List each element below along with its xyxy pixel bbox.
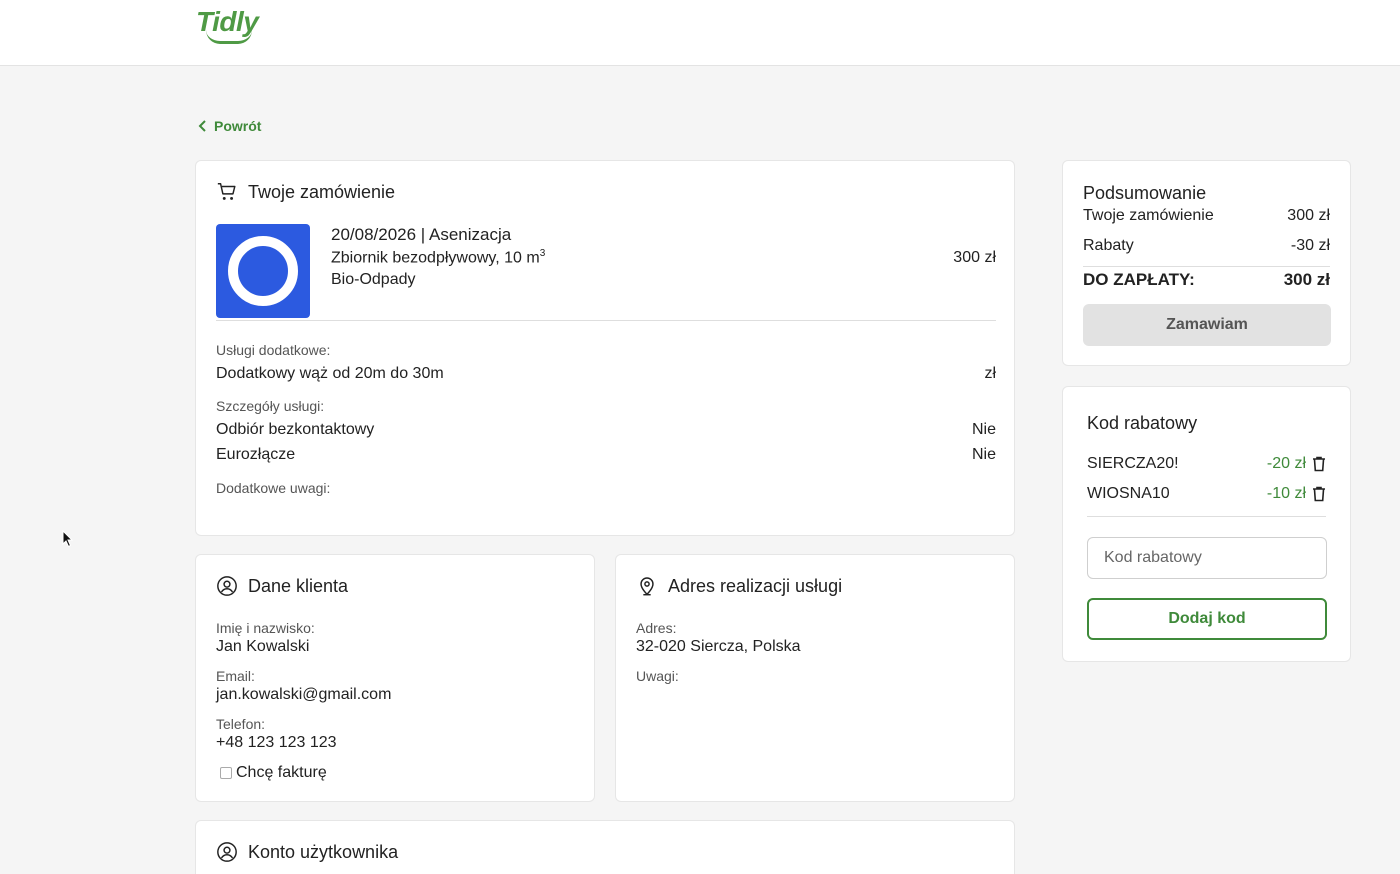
details-label: Szczegóły usługi:	[216, 398, 325, 414]
summary-title: Podsumowanie	[1083, 183, 1207, 203]
user-circle-icon	[217, 576, 237, 596]
order-item-date-service: 20/08/2026 | Asenizacja	[331, 225, 512, 244]
client-card-title: Dane klienta	[216, 575, 348, 597]
detail-value: Nie	[971, 421, 996, 438]
divider	[1087, 516, 1326, 517]
discount-code-value: -20 zł	[1266, 455, 1306, 472]
summary-order-row: Twoje zamówienie 300 zł	[1083, 207, 1330, 225]
address-notes-label: Uwagi:	[636, 668, 679, 684]
client-title: Dane klienta	[248, 575, 349, 596]
client-card: Dane klienta Imię i nazwisko: Jan Kowals…	[195, 554, 595, 802]
summary-total-value: 300 zł	[1283, 270, 1330, 289]
detail-row: Eurozłącze Nie	[216, 446, 996, 464]
discount-title: Kod rabatowy	[1087, 413, 1198, 433]
order-title: Twoje zamówienie	[248, 181, 396, 202]
address-card-title: Adres realizacji usługi	[636, 575, 842, 597]
add-code-button[interactable]: Dodaj kod	[1087, 598, 1327, 640]
address-value: 32-020 Siercza, Polska	[636, 638, 801, 655]
notes-label: Dodatkowe uwagi:	[216, 480, 331, 496]
client-name: Jan Kowalski	[216, 638, 310, 655]
summary-total-label: DO ZAPŁATY:	[1083, 270, 1195, 289]
detail-value: Nie	[971, 446, 996, 463]
account-card-title: Konto użytkownika	[216, 841, 398, 863]
order-card-title: Twoje zamówienie	[216, 181, 395, 203]
summary-order-value: 300 zł	[1287, 207, 1330, 224]
summary-order-label: Twoje zamówienie	[1083, 207, 1214, 224]
order-item-image	[216, 224, 310, 318]
cart-icon	[217, 183, 236, 200]
summary-discount-value: -30 zł	[1290, 237, 1330, 254]
back-link-label: Powrót	[214, 118, 262, 134]
logo-smile-icon	[206, 30, 252, 44]
invoice-checkbox[interactable]	[220, 767, 232, 779]
order-item-tank: Zbiornik bezodpływowy, 10 m3	[331, 248, 546, 267]
top-bar: Tidly	[0, 0, 1400, 66]
client-phone-label: Telefon:	[216, 716, 266, 732]
discount-code-row: SIERCZA20! -20 zł	[1087, 455, 1326, 473]
discount-card: Kod rabatowy SIERCZA20! -20 zł WIOSNA10 …	[1062, 386, 1351, 662]
extra-service-name: Dodatkowy wąż od 20m do 30m	[216, 365, 444, 382]
discount-code-row: WIOSNA10 -10 zł	[1087, 485, 1326, 503]
client-phone: +48 123 123 123	[216, 734, 337, 751]
client-email: jan.kowalski@gmail.com	[216, 686, 392, 703]
order-item-price: 300 zł	[953, 249, 996, 266]
summary-discount-label: Rabaty	[1083, 237, 1134, 254]
extra-service-price: zł	[984, 365, 996, 382]
address-title: Adres realizacji usługi	[668, 575, 843, 596]
order-item-category: Bio-Odpady	[331, 271, 416, 289]
discount-code: WIOSNA10	[1087, 485, 1170, 502]
order-submit-button[interactable]: Zamawiam	[1083, 304, 1331, 346]
user-circle-icon	[217, 842, 237, 862]
account-title: Konto użytkownika	[248, 841, 399, 862]
order-card: Twoje zamówienie 20/08/2026 | Asenizacja…	[195, 160, 1015, 536]
trash-icon[interactable]	[1312, 456, 1326, 472]
ring-icon	[228, 236, 298, 306]
account-card: Konto użytkownika	[195, 820, 1015, 874]
detail-name: Eurozłącze	[216, 446, 296, 463]
discount-code: SIERCZA20!	[1087, 455, 1179, 472]
back-link[interactable]: Powrót	[198, 118, 261, 134]
divider	[216, 320, 996, 321]
discount-code-value: -10 zł	[1266, 485, 1306, 502]
detail-row: Odbiór bezkontaktowy Nie	[216, 421, 996, 439]
detail-name: Odbiór bezkontaktowy	[216, 421, 375, 438]
client-email-label: Email:	[216, 668, 255, 684]
extra-service-row: Dodatkowy wąż od 20m do 30m zł	[216, 365, 996, 383]
address-label: Adres:	[636, 620, 677, 636]
invoice-label: Chcę fakturę	[236, 764, 327, 781]
location-pin-icon	[640, 577, 654, 596]
invoice-checkbox-row[interactable]: Chcę fakturę	[220, 764, 327, 782]
chevron-left-icon	[198, 120, 206, 132]
summary-card: Podsumowanie Twoje zamówienie 300 zł Rab…	[1062, 160, 1351, 366]
summary-discount-row: Rabaty -30 zł	[1083, 237, 1330, 255]
mouse-cursor-icon	[62, 530, 74, 548]
address-card: Adres realizacji usługi Adres: 32-020 Si…	[615, 554, 1015, 802]
divider	[1083, 266, 1330, 267]
summary-total-row: DO ZAPŁATY: 300 zł	[1083, 270, 1330, 290]
client-name-label: Imię i nazwisko:	[216, 620, 315, 636]
trash-icon[interactable]	[1312, 486, 1326, 502]
extra-services-label: Usługi dodatkowe:	[216, 342, 331, 358]
discount-code-input[interactable]	[1087, 537, 1327, 579]
